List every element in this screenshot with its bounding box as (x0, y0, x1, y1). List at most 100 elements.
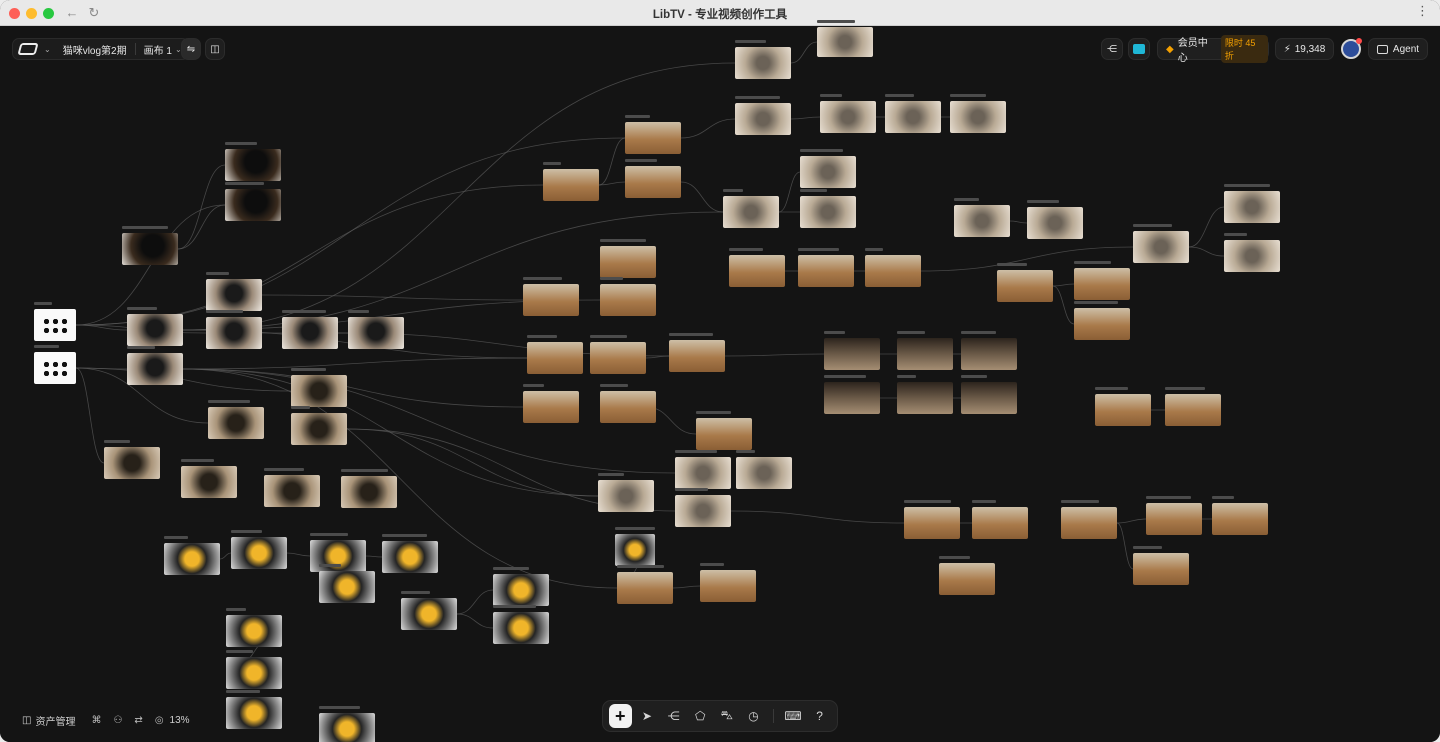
canvas-node[interactable] (208, 400, 264, 439)
canvas-node[interactable] (225, 142, 281, 181)
canvas-node[interactable] (696, 411, 752, 450)
canvas-node[interactable] (735, 96, 791, 135)
assets-manager-link[interactable]: 资产管理 (35, 713, 75, 728)
user-icon[interactable]: ⚇ (113, 715, 122, 726)
canvas-node[interactable] (617, 565, 673, 604)
member-center-button[interactable]: ◆ 会员中心 限时 45 折 (1157, 35, 1269, 64)
canvas-node[interactable] (600, 277, 656, 316)
canvas-node[interactable] (1061, 500, 1117, 539)
chevron-down-icon[interactable]: ⌄ (44, 45, 51, 54)
canvas-node[interactable] (800, 149, 856, 188)
sidebar-icon[interactable]: ◫ (22, 715, 31, 726)
canvas-node[interactable] (382, 534, 438, 573)
add-node-icon[interactable]: + (609, 704, 632, 728)
canvas-node[interactable] (341, 469, 397, 508)
canvas-node[interactable] (264, 468, 320, 507)
canvas-node[interactable] (600, 239, 656, 278)
canvas-node[interactable] (225, 182, 281, 221)
fit-view-icon[interactable]: ◎ (155, 715, 164, 726)
keyboard-icon[interactable]: ⌨ (782, 704, 805, 728)
canvas-node[interactable] (319, 706, 375, 742)
canvas-node[interactable] (1165, 387, 1221, 426)
layout-toggle-icon[interactable]: ◫ (205, 38, 225, 60)
canvas-node[interactable] (127, 346, 183, 385)
canvas-node[interactable] (954, 198, 1010, 237)
canvas-node[interactable] (625, 159, 681, 198)
canvas-node[interactable] (34, 302, 76, 341)
canvas-node[interactable] (34, 345, 76, 384)
canvas-node[interactable] (625, 115, 681, 154)
canvas-node[interactable] (972, 500, 1028, 539)
canvas-node[interactable] (1095, 387, 1151, 426)
canvas-node[interactable] (104, 440, 160, 479)
canvas-node[interactable] (206, 310, 262, 349)
canvas-node[interactable] (615, 527, 655, 566)
layout-icon[interactable] (1128, 38, 1150, 60)
canvas-node[interactable] (226, 650, 282, 689)
share-icon[interactable]: ⋲ (1101, 38, 1123, 60)
canvas-node[interactable] (820, 94, 876, 133)
canvas-node[interactable] (723, 189, 779, 228)
canvas-node[interactable] (824, 331, 880, 370)
canvas-node[interactable] (291, 368, 347, 407)
car-icon[interactable]: ⛍ (716, 704, 739, 728)
swap-icon[interactable]: ⇄ (134, 715, 142, 726)
canvas-node[interactable] (348, 310, 404, 349)
canvas-node[interactable] (865, 248, 921, 287)
project-name[interactable]: 猫咪vlog第2期 (63, 42, 127, 57)
canvas-node[interactable] (700, 563, 756, 602)
canvas-node[interactable] (817, 20, 873, 57)
canvas-node[interactable] (319, 564, 375, 603)
canvas-node[interactable] (127, 307, 183, 346)
canvas-node[interactable] (897, 331, 953, 370)
canvas-node[interactable] (231, 530, 287, 569)
canvas-node[interactable] (206, 272, 262, 311)
canvas-node[interactable] (1212, 496, 1268, 535)
canvas-node[interactable] (282, 310, 338, 349)
canvas-node[interactable] (291, 406, 347, 445)
canvas-node[interactable] (590, 335, 646, 374)
avatar[interactable] (1341, 38, 1362, 59)
help-icon[interactable]: ? (808, 704, 831, 728)
canvas-node[interactable] (164, 536, 220, 575)
canvas-node[interactable] (122, 226, 178, 265)
canvas-node[interactable] (1133, 224, 1189, 263)
canvas-node[interactable] (675, 450, 731, 489)
app-logo-icon[interactable] (17, 43, 39, 55)
canvas-node[interactable] (675, 488, 731, 527)
canvas-node[interactable] (735, 40, 791, 79)
canvas-node[interactable] (798, 248, 854, 287)
shapes-icon[interactable]: ⬠ (689, 704, 712, 728)
canvas-node[interactable] (527, 335, 583, 374)
canvas-node[interactable] (310, 533, 366, 572)
canvas-node[interactable] (800, 189, 856, 228)
canvas-selector[interactable]: 画布 1 (144, 42, 172, 57)
canvas-node[interactable] (543, 162, 599, 201)
canvas-node[interactable] (885, 94, 941, 133)
canvas-node[interactable] (226, 608, 282, 647)
canvas-node[interactable] (600, 384, 656, 423)
connect-mode-icon[interactable]: ⇋ (181, 38, 201, 60)
more-icon[interactable]: ⋮ (1416, 3, 1430, 19)
canvas-node[interactable] (523, 384, 579, 423)
canvas-node[interactable] (1224, 184, 1280, 223)
canvas-node[interactable] (1074, 301, 1130, 340)
canvas[interactable]: ⌄ 猫咪vlog第2期 画布 1 ⌄ ⇋ ◫ ⋲ ◆ 会员中心 限时 45 折 … (0, 20, 1440, 742)
canvas-node[interactable] (493, 567, 549, 606)
canvas-node[interactable] (950, 94, 1006, 133)
canvas-node[interactable] (669, 333, 725, 372)
agent-button[interactable]: Agent (1368, 38, 1428, 60)
canvas-node[interactable] (961, 331, 1017, 370)
pointer-icon[interactable]: ➤ (636, 704, 659, 728)
grid-icon[interactable]: ⌘ (91, 715, 101, 726)
canvas-node[interactable] (729, 248, 785, 287)
canvas-node[interactable] (493, 605, 549, 644)
canvas-node[interactable] (401, 591, 457, 630)
canvas-node[interactable] (181, 459, 237, 498)
canvas-node[interactable] (1146, 496, 1202, 535)
zoom-level[interactable]: 13% (170, 715, 190, 726)
canvas-node[interactable] (824, 375, 880, 414)
canvas-node[interactable] (1027, 200, 1083, 239)
canvas-node[interactable] (897, 375, 953, 414)
credits-button[interactable]: ⚡ 19,348 (1275, 38, 1334, 60)
